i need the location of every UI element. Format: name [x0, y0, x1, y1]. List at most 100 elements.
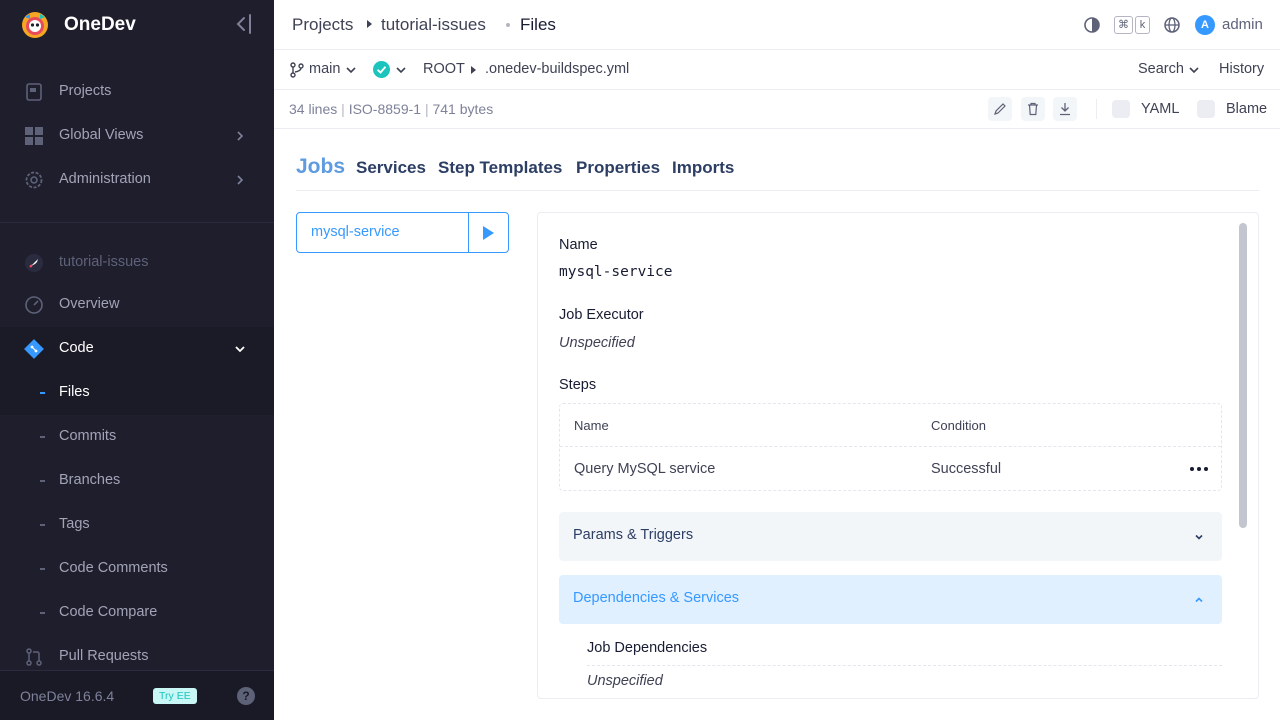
steps-table: Name Condition Query MySQL service Succe… — [559, 403, 1222, 491]
steps-label: Steps — [559, 377, 597, 393]
search-dropdown[interactable]: Search — [1138, 61, 1184, 77]
steps-header-condition: Condition — [931, 418, 986, 433]
path-file: .onedev-buildspec.yml — [485, 61, 630, 77]
git-icon — [24, 339, 44, 359]
chevron-down-icon[interactable] — [346, 65, 356, 75]
sidebar-subitem-code-compare[interactable]: Code Compare — [0, 591, 274, 635]
chevron-right-icon — [237, 131, 244, 141]
more-actions-icon[interactable] — [1190, 467, 1208, 473]
sidebar-item-label: Code — [59, 340, 94, 356]
download-icon — [1060, 103, 1070, 116]
chevron-up-icon — [1195, 597, 1203, 603]
breadcrumb-project[interactable]: tutorial-issues — [381, 15, 486, 35]
project-name: tutorial-issues — [59, 254, 149, 270]
trash-icon — [1028, 102, 1038, 116]
job-detail-panel: Name mysql-service Job Executor Unspecif… — [537, 212, 1259, 699]
sidebar-item-label: Projects — [59, 83, 112, 99]
sidebar-item-label: Tags — [59, 516, 90, 532]
step-name[interactable]: Query MySQL service — [574, 461, 715, 477]
sidebar-subitem-code-comments[interactable]: Code Comments — [0, 547, 274, 591]
theme-toggle-icon[interactable] — [1082, 15, 1102, 35]
sidebar-item-administration[interactable]: Administration — [0, 158, 274, 202]
brand[interactable]: OneDev — [0, 0, 274, 50]
bullet-dash — [40, 612, 45, 614]
user-name[interactable]: admin — [1222, 16, 1263, 33]
blame-checkbox[interactable] — [1197, 100, 1215, 118]
sidebar-item-label: Global Views — [59, 127, 144, 143]
scrollbar[interactable] — [1238, 223, 1248, 693]
dependencies-services-accordion[interactable]: Dependencies & Services — [559, 575, 1222, 624]
file-meta: 34 lines | ISO-8859-1 | 741 bytes — [289, 101, 494, 117]
bullet-dash — [40, 568, 45, 570]
job-list-item[interactable]: mysql-service — [296, 212, 509, 253]
download-button[interactable] — [1053, 97, 1077, 121]
kbd-k[interactable]: k — [1135, 16, 1150, 34]
accordion-title: Dependencies & Services — [573, 590, 740, 606]
sidebar-footer: OneDev 16.6.4 Try EE ? — [0, 670, 274, 720]
tab-step-templates[interactable]: Step Templates — [438, 158, 562, 178]
chevron-right-icon — [237, 175, 244, 185]
tab-properties[interactable]: Properties — [576, 158, 660, 178]
delete-button[interactable] — [1021, 97, 1045, 121]
sidebar-item-code[interactable]: Code — [0, 327, 274, 371]
avatar[interactable]: A — [1195, 15, 1215, 35]
bullet-dash — [40, 436, 45, 438]
blame-label[interactable]: Blame — [1226, 101, 1267, 117]
chevron-down-icon[interactable] — [1189, 65, 1199, 75]
job-executor-value: Unspecified — [559, 335, 635, 351]
path-root[interactable]: ROOT — [423, 61, 465, 77]
onedev-logo — [22, 12, 48, 38]
version-label: OneDev 16.6.4 — [20, 688, 115, 704]
brand-name: OneDev — [64, 14, 136, 35]
tab-jobs[interactable]: Jobs — [296, 155, 345, 179]
yaml-checkbox[interactable] — [1112, 100, 1130, 118]
sidebar-item-label: Administration — [59, 171, 151, 187]
sidebar-item-label: Pull Requests — [59, 648, 149, 664]
sidebar-subitem-commits[interactable]: Commits — [0, 415, 274, 459]
bullet-dash — [40, 480, 45, 482]
globe-icon[interactable] — [1162, 15, 1182, 35]
branch-selector[interactable]: main — [309, 61, 340, 77]
sidebar-item-label: Code Compare — [59, 604, 158, 620]
bullet-dash — [40, 392, 45, 394]
tab-imports[interactable]: Imports — [672, 158, 734, 178]
table-row-divider — [560, 446, 1221, 447]
build-status-icon[interactable] — [373, 61, 390, 78]
sidebar-subitem-branches[interactable]: Branches — [0, 459, 274, 503]
name-label: Name — [559, 237, 598, 253]
accordion-title: Params & Triggers — [573, 527, 694, 543]
sidebar-item-projects[interactable]: Projects — [0, 70, 274, 114]
scrollbar-thumb[interactable] — [1239, 223, 1247, 528]
sidebar-item-global-views[interactable]: Global Views — [0, 114, 274, 158]
page-title: Files — [520, 15, 556, 34]
try-ee-badge[interactable]: Try EE — [153, 688, 197, 704]
job-name-link[interactable]: mysql-service — [311, 224, 400, 240]
edit-button[interactable] — [988, 97, 1012, 121]
sidebar-subitem-files[interactable]: Files — [0, 371, 274, 415]
encoding: ISO-8859-1 — [348, 101, 422, 117]
run-job-icon[interactable] — [483, 226, 494, 240]
help-icon[interactable]: ? — [237, 687, 255, 705]
params-triggers-accordion[interactable]: Params & Triggers — [559, 512, 1222, 561]
branch-bar: main ROOT .onedev-buildspec.yml Search H… — [274, 50, 1280, 90]
collapse-sidebar-icon[interactable] — [234, 13, 254, 35]
yaml-label[interactable]: YAML — [1141, 101, 1179, 117]
buildspec-tabs: Jobs Services Step Templates Properties … — [296, 150, 1259, 191]
sidebar-subitem-tags[interactable]: Tags — [0, 503, 274, 547]
toolbar-divider — [1096, 99, 1097, 119]
gear-icon — [25, 171, 43, 189]
rocket-icon — [25, 254, 43, 272]
tab-services[interactable]: Services — [356, 158, 426, 178]
history-link[interactable]: History — [1219, 61, 1264, 77]
sidebar-project-header[interactable]: tutorial-issues — [0, 241, 274, 285]
steps-header-name: Name — [574, 418, 609, 433]
pull-request-icon — [26, 648, 42, 666]
sidebar-item-overview[interactable]: Overview — [0, 283, 274, 327]
sidebar-item-label: Commits — [59, 428, 117, 444]
path-separator-icon — [471, 66, 476, 74]
chevron-down-icon[interactable] — [396, 65, 406, 75]
gauge-icon — [25, 296, 43, 314]
kbd-cmd[interactable]: ⌘ — [1114, 16, 1133, 34]
breadcrumb-projects[interactable]: Projects — [292, 15, 353, 35]
projects-icon — [26, 83, 42, 101]
